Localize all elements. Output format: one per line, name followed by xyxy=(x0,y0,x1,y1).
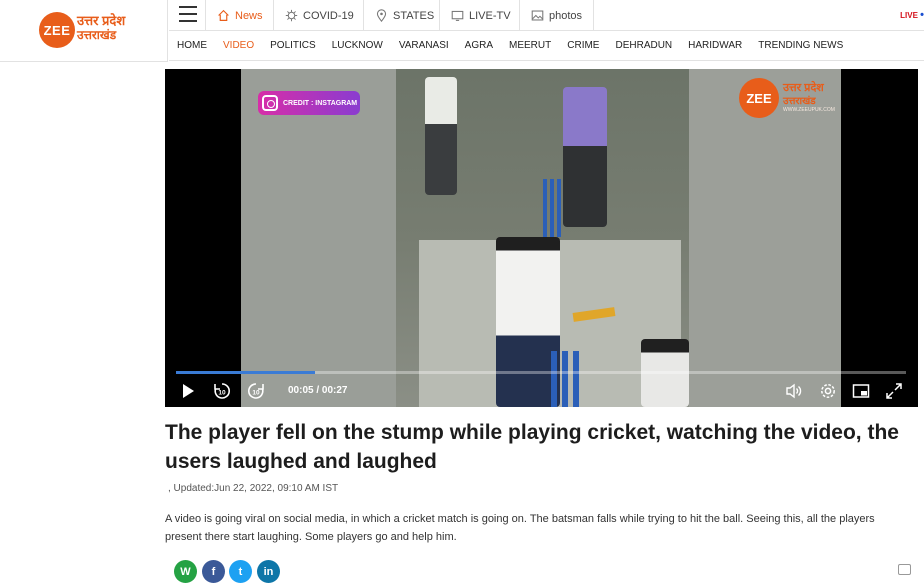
top-bar: News COVID-19 STATES LIVE-TV photos LIVE… xyxy=(169,0,924,31)
article-description: A video is going viral on social media, … xyxy=(165,513,875,543)
hamburger-menu-icon[interactable] xyxy=(179,6,197,22)
credit-label: CREDIT : INSTAGRAM xyxy=(283,99,358,107)
video-blur-left xyxy=(241,69,396,407)
topnav-news[interactable]: News xyxy=(205,0,274,31)
tv-icon xyxy=(451,10,464,21)
facebook-share-button[interactable]: f xyxy=(202,560,225,583)
mainnav-item-varanasi[interactable]: VARANASI xyxy=(391,40,457,51)
main-nav: HOME VIDEO POLITICS LUCKNOW VARANASI AGRA MEER… xyxy=(169,31,924,61)
live-label: LIVE xyxy=(900,11,918,20)
near-stump-2 xyxy=(562,351,568,407)
live-tv-link[interactable]: LIVE • xyxy=(900,9,924,21)
image-icon xyxy=(531,10,544,21)
mainnav-item-crime[interactable]: CRIME xyxy=(559,40,607,51)
gear-icon xyxy=(821,384,835,398)
play-icon xyxy=(183,384,194,398)
instagram-icon xyxy=(262,95,278,111)
settings-button[interactable] xyxy=(817,380,839,402)
watermark-logo: ZEE xyxy=(739,78,779,118)
topnav-photos[interactable]: photos xyxy=(519,0,595,31)
far-stump-2 xyxy=(550,179,554,237)
logo-mark: ZEE xyxy=(39,12,75,48)
whatsapp-icon: W xyxy=(180,565,191,578)
video-progress-fill xyxy=(176,371,315,374)
near-stump-3 xyxy=(573,351,579,407)
topnav-covid[interactable]: COVID-19 xyxy=(273,0,365,31)
mainnav-item-home[interactable]: HOME xyxy=(169,40,215,51)
topnav-news-label: News xyxy=(235,9,263,22)
pip-button[interactable] xyxy=(850,380,872,402)
video-blur-right xyxy=(689,69,841,407)
rewind-10-icon: 10 xyxy=(214,383,230,399)
topnav-livetv[interactable]: LIVE-TV xyxy=(439,0,522,31)
twitter-icon: t xyxy=(238,565,243,578)
watermark-line2: उत्तराखंड xyxy=(783,96,816,107)
video-player[interactable]: CREDIT : INSTAGRAM ZEE उत्तर प्रदेश उत्त… xyxy=(165,69,918,407)
logo-line1: उत्तर प्रदेश xyxy=(77,13,126,28)
mainnav-item-dehradun[interactable]: DEHRADUN xyxy=(607,40,680,51)
mainnav-item-meerut[interactable]: MEERUT xyxy=(501,40,559,51)
fullscreen-button[interactable] xyxy=(883,380,905,402)
whatsapp-share-button[interactable]: W xyxy=(174,560,197,583)
mainnav-item-trending-news[interactable]: TRENDING NEWS xyxy=(750,40,851,51)
live-dot-icon: • xyxy=(920,9,924,21)
location-pin-icon xyxy=(376,9,387,22)
mainnav-item-agra[interactable]: AGRA xyxy=(457,40,501,51)
topnav-livetv-label: LIVE-TV xyxy=(469,9,511,22)
far-stump-3 xyxy=(557,179,561,237)
fielder-figure xyxy=(425,77,457,195)
rewind-seconds: 10 xyxy=(218,390,226,397)
virus-icon xyxy=(285,9,298,22)
instagram-credit-badge: CREDIT : INSTAGRAM xyxy=(258,91,360,115)
watermark-url: WWW.ZEEUPUK.COM xyxy=(783,107,835,113)
topnav-states-label: STATES xyxy=(393,9,435,22)
forward-10-icon: 10 xyxy=(248,383,264,399)
far-stump-1 xyxy=(543,179,547,237)
mainnav-item-politics[interactable]: POLITICS xyxy=(262,40,324,51)
article-headline: The player fell on the stump while playi… xyxy=(165,421,899,473)
play-button[interactable] xyxy=(177,380,199,402)
volume-button[interactable] xyxy=(783,380,805,402)
picture-in-picture-icon xyxy=(852,384,870,398)
video-progress-bar[interactable] xyxy=(176,371,906,374)
rewind-10-button[interactable]: 10 xyxy=(211,380,233,402)
logo-line2: उत्तराखंड xyxy=(77,28,117,42)
near-stump-1 xyxy=(551,351,557,407)
linkedin-share-button[interactable]: in xyxy=(257,560,280,583)
mainnav-item-video[interactable]: VIDEO xyxy=(215,40,262,51)
fullscreen-icon xyxy=(886,383,902,399)
facebook-icon: f xyxy=(211,565,216,578)
home-icon xyxy=(218,9,229,21)
forward-10-button[interactable]: 10 xyxy=(245,380,267,402)
video-frame: CREDIT : INSTAGRAM ZEE उत्तर प्रदेश उत्त… xyxy=(241,69,841,407)
linkedin-icon: in xyxy=(263,565,274,578)
forward-seconds: 10 xyxy=(252,390,260,397)
topnav-photos-label: photos xyxy=(549,9,583,22)
topnav-states[interactable]: STATES xyxy=(363,0,445,31)
bowler-figure xyxy=(563,87,607,227)
site-logo[interactable]: ZEE उत्तर प्रदेश उत्तराखंड xyxy=(0,0,168,62)
comment-icon[interactable] xyxy=(898,564,911,575)
article-updated: , Updated:Jun 22, 2022, 09:10 AM IST xyxy=(168,483,339,494)
volume-icon xyxy=(786,383,802,399)
twitter-share-button[interactable]: t xyxy=(229,560,252,583)
mainnav-item-haridwar[interactable]: HARIDWAR xyxy=(680,40,750,51)
video-time: 00:05 / 00:27 xyxy=(288,385,348,396)
mainnav-item-lucknow[interactable]: LUCKNOW xyxy=(324,40,391,51)
topnav-covid-label: COVID-19 xyxy=(303,9,354,22)
